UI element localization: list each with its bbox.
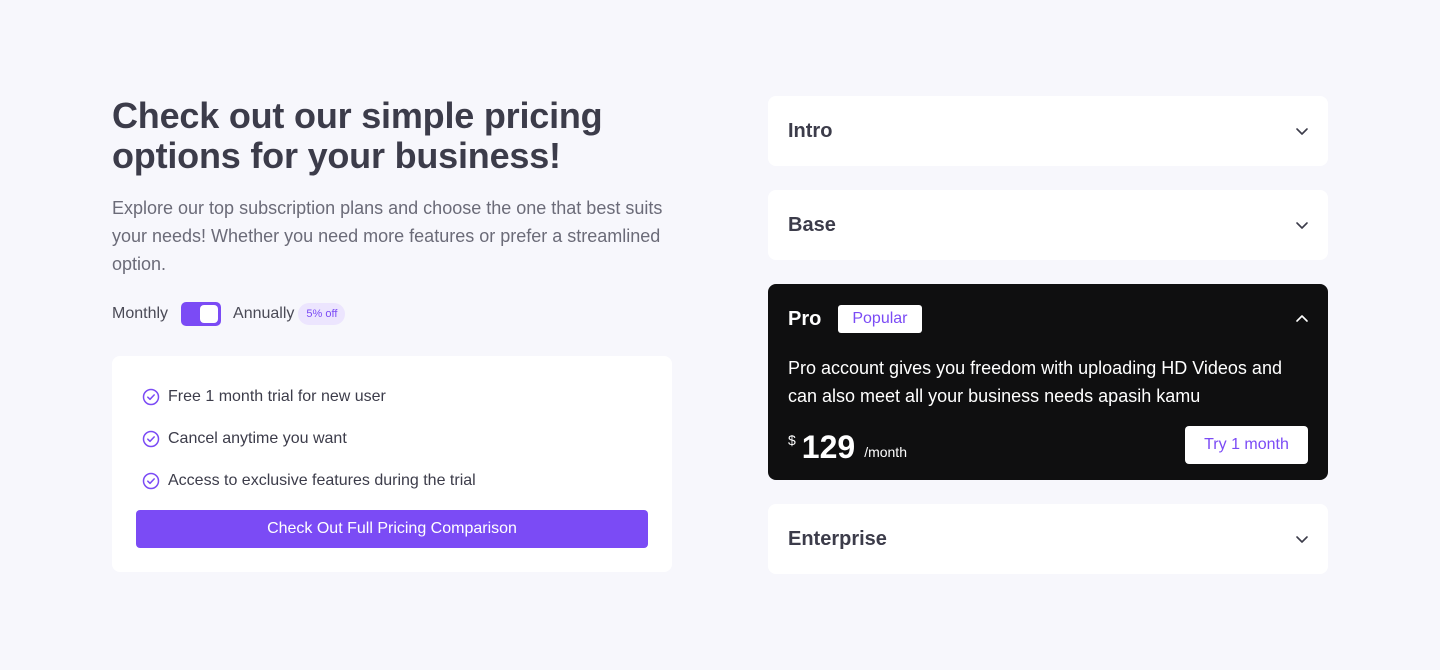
check-circle-icon [142,472,160,490]
chevron-up-icon[interactable] [1294,311,1310,327]
plan-header: Intro [788,119,1308,143]
page-subtitle: Explore our top subscription plans and c… [112,198,663,274]
billing-toggle[interactable] [181,302,222,326]
price-currency: $ [788,432,796,448]
benefit-label: Cancel anytime you want [168,430,347,447]
benefit-label: Free 1 month trial for new user [168,388,386,405]
monthly-label: Monthly [112,305,169,322]
plan-name: Pro [788,307,822,330]
plan-header: Enterprise [788,527,1308,551]
plan-pro: Pro Popular Pro account gives you freedo… [768,284,1328,480]
pricing-page: Check out our simple pricing options for… [0,0,1440,670]
plan-base[interactable]: Base [768,190,1328,260]
discount-badge: 5% off [298,303,346,325]
billing-toggle-row: Monthly Annually 5% off [112,302,672,326]
plan-price: $ 129 /month [788,430,907,464]
benefit-item: Free 1 month trial for new user [142,385,386,409]
plan-name: Intro [788,119,833,142]
full-pricing-comparison-button[interactable]: Check Out Full Pricing Comparison [136,510,648,548]
toggle-knob [200,305,219,323]
try-1-month-button[interactable]: Try 1 month [1185,426,1308,464]
plan-enterprise[interactable]: Enterprise [768,504,1328,574]
benefits-card: Free 1 month trial for new user Cancel a… [112,356,672,572]
price-amount: 129 [801,429,856,465]
annually-label: Annually [233,305,295,322]
chevron-down-icon[interactable] [1294,217,1310,233]
plan-header: Base [788,213,1308,237]
check-circle-icon [142,388,160,406]
plan-header[interactable]: Pro Popular [788,305,1308,333]
plan-intro[interactable]: Intro [768,96,1328,166]
plan-name: Enterprise [788,527,887,550]
plan-description: Pro account gives you freedom with uploa… [788,358,1282,406]
check-circle-icon [142,430,160,448]
page-title: Check out our simple pricing options for… [112,95,603,176]
benefit-item: Access to exclusive features during the … [142,469,476,493]
pricing-intro: Check out our simple pricing options for… [112,96,672,326]
chevron-down-icon[interactable] [1294,531,1310,547]
plan-name: Base [788,213,836,236]
chevron-down-icon[interactable] [1294,123,1310,139]
price-period: /month [864,444,907,460]
popular-badge: Popular [838,305,922,333]
benefit-label: Access to exclusive features during the … [168,472,476,489]
benefit-item: Cancel anytime you want [142,427,347,451]
